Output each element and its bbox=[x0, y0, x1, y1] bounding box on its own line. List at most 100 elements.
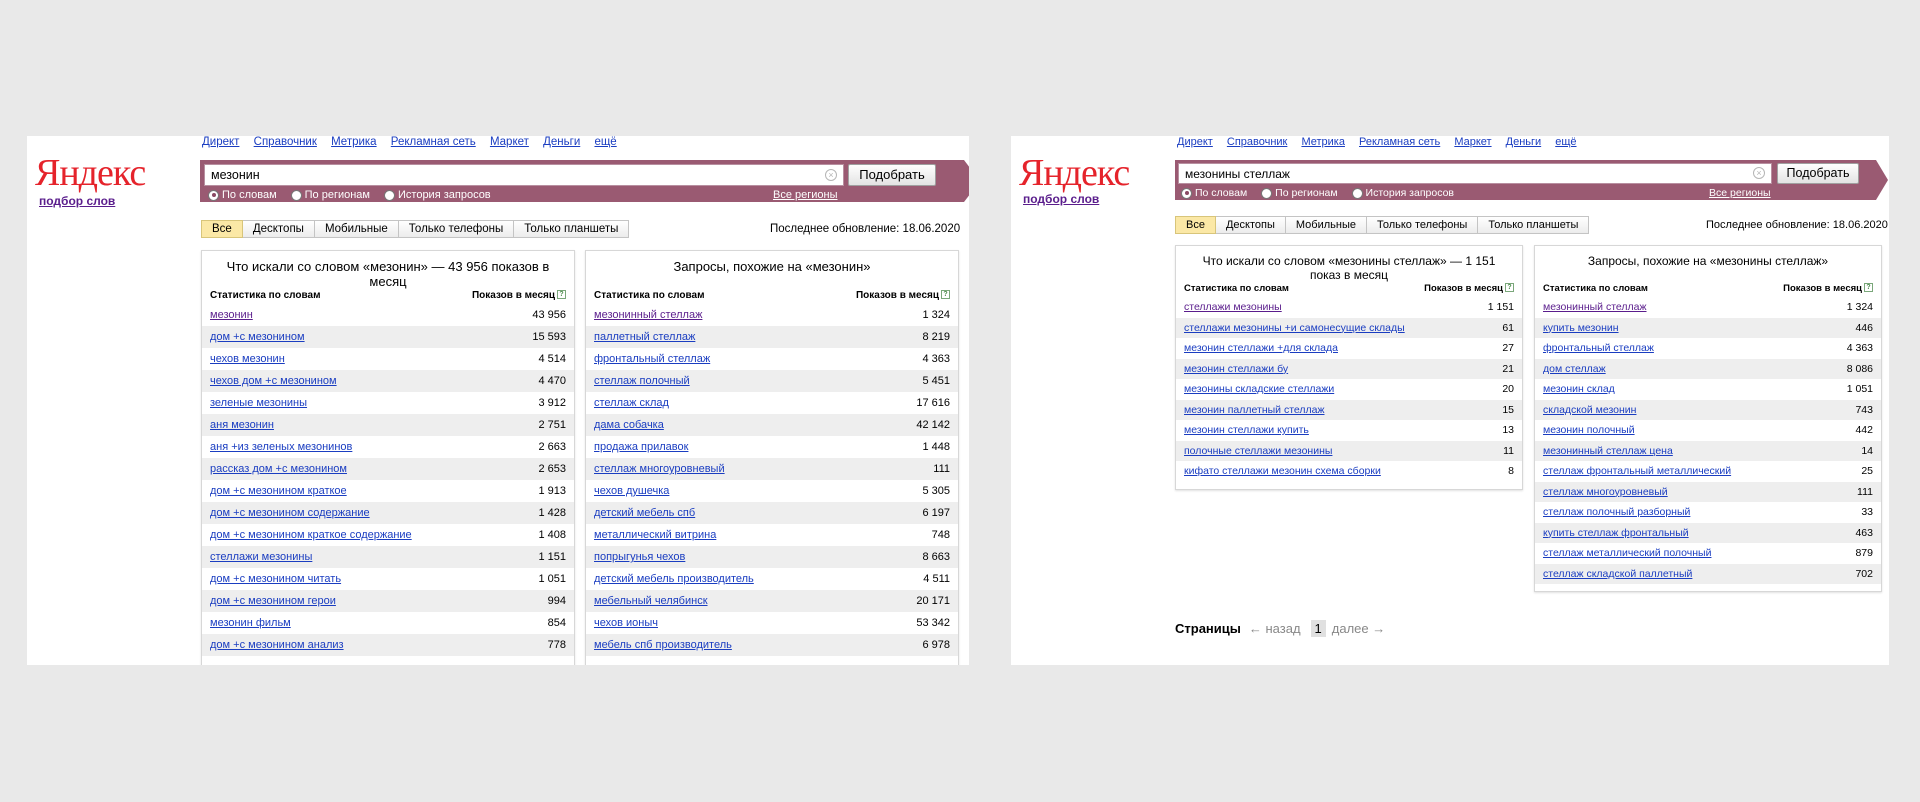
query-link[interactable]: дом +с мезонином анализ bbox=[210, 639, 344, 651]
nav-more[interactable]: ещё bbox=[594, 136, 616, 148]
query-link[interactable]: стеллаж полочный bbox=[594, 375, 690, 387]
query-link[interactable]: детский мебель спб bbox=[594, 507, 695, 519]
query-link[interactable]: дом +с мезонином читать bbox=[210, 573, 341, 585]
nav-metrika[interactable]: Метрика bbox=[1301, 136, 1345, 148]
query-link[interactable]: стеллажи мезонины bbox=[1184, 301, 1282, 313]
radio-history[interactable]: История запросов bbox=[384, 189, 491, 201]
radio-by-words[interactable]: По словам bbox=[1181, 187, 1247, 199]
help-icon[interactable]: ? bbox=[941, 290, 950, 299]
query-link[interactable]: чехов ионыч bbox=[594, 617, 658, 629]
yandex-logo[interactable]: Яндекс bbox=[1019, 154, 1130, 192]
nav-direct[interactable]: Директ bbox=[202, 136, 239, 148]
query-link[interactable]: мезонин стеллажи бу bbox=[1184, 363, 1288, 375]
query-link[interactable]: стеллажи мезонины +и самонесущие склады bbox=[1184, 322, 1405, 334]
query-link[interactable]: мезонин полочный bbox=[1543, 424, 1635, 436]
query-link[interactable]: дом +с мезонином краткое bbox=[210, 485, 347, 497]
tab-tablets-only[interactable]: Только планшеты bbox=[1478, 216, 1590, 234]
query-link[interactable]: чехов дом +с мезонином bbox=[210, 375, 337, 387]
nav-direct[interactable]: Директ bbox=[1177, 136, 1213, 148]
query-link[interactable]: стеллаж фронтальный металлический bbox=[1543, 465, 1731, 477]
query-link[interactable]: мебель спб производитель bbox=[594, 639, 732, 651]
logo-subtitle-link[interactable]: подбор слов bbox=[1023, 192, 1099, 206]
query-link[interactable]: фронтальный стеллаж bbox=[1543, 342, 1654, 354]
query-link[interactable]: паллетный стеллаж bbox=[594, 331, 695, 343]
query-link[interactable]: аня +из зеленых мезонинов bbox=[210, 441, 352, 453]
nav-market[interactable]: Маркет bbox=[1454, 136, 1491, 148]
nav-money[interactable]: Деньги bbox=[1506, 136, 1542, 148]
nav-reference[interactable]: Справочник bbox=[254, 136, 317, 148]
query-link[interactable]: стеллаж складской паллетный bbox=[1543, 568, 1692, 580]
query-link[interactable]: мезонин склад bbox=[1543, 383, 1615, 395]
query-link[interactable]: рассказ дом +с мезонином bbox=[210, 463, 347, 475]
yandex-logo[interactable]: Яндекс bbox=[35, 154, 146, 192]
query-link[interactable]: дом +с мезонином герои bbox=[210, 595, 336, 607]
tab-phones-only[interactable]: Только телефоны bbox=[398, 220, 515, 238]
query-link[interactable]: мезонинный стеллаж цена bbox=[1543, 445, 1673, 457]
logo-subtitle-link[interactable]: подбор слов bbox=[39, 194, 115, 208]
query-link[interactable]: детский мебель производитель bbox=[594, 573, 754, 585]
tab-mobile[interactable]: Мобильные bbox=[1285, 216, 1367, 234]
query-link[interactable]: стеллаж многоуровневый bbox=[594, 463, 725, 475]
tab-desktops[interactable]: Десктопы bbox=[242, 220, 315, 238]
nav-ad-network[interactable]: Рекламная сеть bbox=[391, 136, 476, 148]
query-link[interactable]: кифато стеллажи мезонин схема сборки bbox=[1184, 465, 1381, 477]
all-regions-link[interactable]: Все регионы bbox=[773, 189, 838, 201]
radio-by-words[interactable]: По словам bbox=[208, 189, 277, 201]
radio-by-regions[interactable]: По регионам bbox=[290, 189, 370, 201]
query-link[interactable]: мезонин фильм bbox=[210, 617, 291, 629]
query-link[interactable]: складской мезонин bbox=[1543, 404, 1636, 416]
nav-money[interactable]: Деньги bbox=[543, 136, 580, 148]
query-link[interactable]: чехов душечка bbox=[594, 485, 669, 497]
query-link[interactable]: аня мезонин bbox=[210, 419, 274, 431]
query-link[interactable]: стеллаж склад bbox=[594, 397, 669, 409]
query-link[interactable]: мезонины складские стеллажи bbox=[1184, 383, 1334, 395]
query-link[interactable]: мезонин паллетный стеллаж bbox=[1184, 404, 1325, 416]
find-button[interactable]: Подобрать bbox=[848, 164, 936, 186]
query-link[interactable]: стеллаж многоуровневый bbox=[1543, 486, 1668, 498]
query-link[interactable]: купить стеллаж фронтальный bbox=[1543, 527, 1689, 539]
clear-icon[interactable]: × bbox=[825, 169, 837, 181]
query-link[interactable]: мезонин стеллажи +для склада bbox=[1184, 342, 1338, 354]
query-link[interactable]: дом +с мезонином содержание bbox=[210, 507, 370, 519]
query-link[interactable]: фронтальный стеллаж bbox=[594, 353, 710, 365]
query-link[interactable]: мезонин bbox=[210, 309, 253, 321]
query-link[interactable]: зеленые мезонины bbox=[210, 397, 307, 409]
tab-tablets-only[interactable]: Только планшеты bbox=[514, 220, 630, 238]
search-input[interactable]: мезонин × bbox=[204, 164, 844, 186]
query-link[interactable]: чехов мезонин bbox=[210, 353, 285, 365]
query-link[interactable]: стеллаж металлический полочный bbox=[1543, 547, 1711, 559]
help-icon[interactable]: ? bbox=[557, 290, 566, 299]
nav-market[interactable]: Маркет bbox=[490, 136, 529, 148]
query-link[interactable]: стеллаж полочный разборный bbox=[1543, 506, 1690, 518]
query-link[interactable]: попрыгунья чехов bbox=[594, 551, 685, 563]
help-icon[interactable]: ? bbox=[1864, 283, 1873, 292]
radio-history[interactable]: История запросов bbox=[1351, 187, 1454, 199]
query-link[interactable]: дом +с мезонином краткое содержание bbox=[210, 529, 412, 541]
nav-more[interactable]: ещё bbox=[1555, 136, 1576, 148]
nav-metrika[interactable]: Метрика bbox=[331, 136, 377, 148]
nav-ad-network[interactable]: Рекламная сеть bbox=[1359, 136, 1440, 148]
query-link[interactable]: продажа прилавок bbox=[594, 441, 688, 453]
tab-desktops[interactable]: Десктопы bbox=[1215, 216, 1286, 234]
query-link[interactable]: стеллажи мезонины bbox=[210, 551, 312, 563]
query-link[interactable]: мезонин стеллажи купить bbox=[1184, 424, 1309, 436]
search-input[interactable]: мезонины стеллаж × bbox=[1178, 163, 1772, 184]
query-link[interactable]: дама собачка bbox=[594, 419, 664, 431]
query-link[interactable]: металлический витрина bbox=[594, 529, 716, 541]
query-link[interactable]: мезонинный стеллаж bbox=[1543, 301, 1647, 313]
find-button[interactable]: Подобрать bbox=[1777, 163, 1859, 184]
help-icon[interactable]: ? bbox=[1505, 283, 1514, 292]
query-link[interactable]: мезонинный стеллаж bbox=[594, 309, 702, 321]
query-link[interactable]: дом стеллаж bbox=[1543, 363, 1606, 375]
radio-by-regions[interactable]: По регионам bbox=[1261, 187, 1338, 199]
query-link[interactable]: полочные стеллажи мезонины bbox=[1184, 445, 1332, 457]
query-link[interactable]: купить мезонин bbox=[1543, 322, 1619, 334]
nav-reference[interactable]: Справочник bbox=[1227, 136, 1288, 148]
query-link[interactable]: мебельный челябинск bbox=[594, 595, 708, 607]
tab-all[interactable]: Все bbox=[1175, 216, 1216, 234]
clear-icon[interactable]: × bbox=[1753, 167, 1765, 179]
tab-mobile[interactable]: Мобильные bbox=[314, 220, 399, 238]
tab-phones-only[interactable]: Только телефоны bbox=[1366, 216, 1479, 234]
all-regions-link[interactable]: Все регионы bbox=[1709, 187, 1771, 199]
tab-all[interactable]: Все bbox=[201, 220, 243, 238]
